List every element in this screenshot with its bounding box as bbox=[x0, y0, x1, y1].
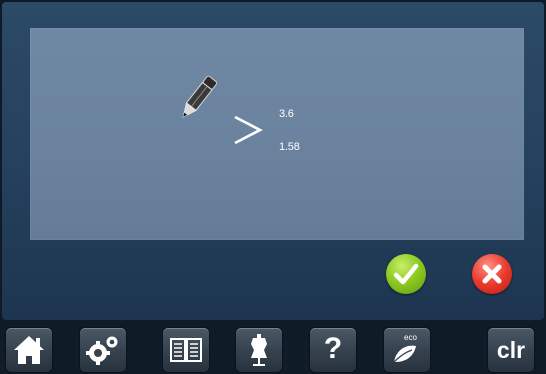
pencil-icon bbox=[182, 75, 218, 118]
help-button[interactable]: ? bbox=[310, 328, 356, 372]
main-frame bbox=[2, 2, 544, 320]
help-icon: ? bbox=[323, 332, 343, 365]
value-bottom: 1.58 bbox=[279, 141, 300, 153]
creative-consultant-button[interactable] bbox=[236, 328, 282, 372]
value-panel bbox=[30, 28, 524, 240]
home-button[interactable] bbox=[6, 328, 52, 372]
clear-icon: clr bbox=[496, 337, 526, 363]
close-icon bbox=[482, 264, 502, 284]
screen: 3.6 1.58 ? eco clr bbox=[0, 0, 546, 374]
value-top: 3.6 bbox=[279, 108, 294, 120]
tutorial-button[interactable] bbox=[163, 328, 209, 372]
cancel-button[interactable] bbox=[472, 254, 512, 294]
greater-than-icon bbox=[234, 115, 263, 145]
clear-button[interactable]: clr bbox=[488, 328, 534, 372]
book-icon bbox=[170, 338, 202, 362]
eco-button[interactable]: eco bbox=[384, 328, 430, 372]
bottom-toolbar: ? eco clr bbox=[0, 320, 546, 374]
checkmark-icon bbox=[393, 263, 419, 285]
dress-form-icon bbox=[251, 334, 267, 366]
settings-gears-icon bbox=[86, 336, 118, 365]
eco-label: eco bbox=[404, 333, 417, 342]
home-icon bbox=[14, 336, 44, 364]
confirm-button[interactable] bbox=[386, 254, 426, 294]
settings-button[interactable] bbox=[80, 328, 126, 372]
